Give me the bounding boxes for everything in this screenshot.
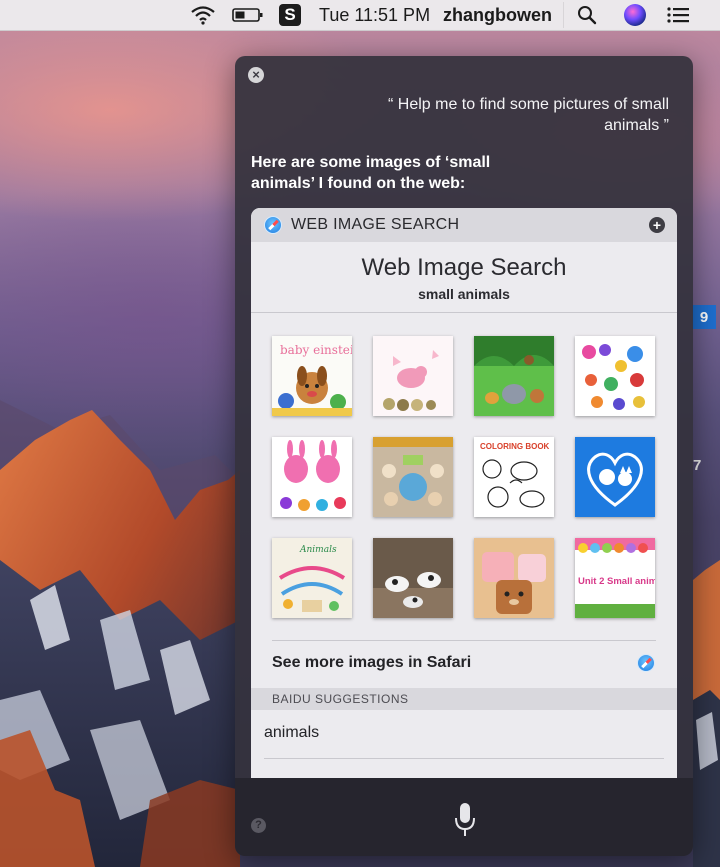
divider [251, 312, 677, 313]
divider [272, 640, 656, 641]
image-thumbnail-coloring-book[interactable]: COLORING BOOK [474, 437, 554, 517]
menu-bar: S Tue 11:51 PM zhangbowen [0, 0, 720, 31]
add-to-notification-center-button[interactable]: + [649, 217, 665, 233]
thumbnail-caption: Unit 2 Small animals [578, 576, 655, 587]
image-thumbnail-toy-animals[interactable] [575, 336, 655, 416]
card-title: Web Image Search [361, 254, 567, 281]
image-thumbnail-bear-pig-craft[interactable] [474, 538, 554, 618]
microphone-icon[interactable] [454, 802, 476, 843]
card-header-title: WEB IMAGE SEARCH [291, 216, 460, 233]
spotlight-search-icon[interactable] [577, 0, 597, 30]
thumbnail-caption: Animals [299, 545, 337, 555]
thumbnail-caption: COLORING BOOK [480, 442, 550, 451]
wifi-icon[interactable] [190, 0, 216, 30]
battery-icon[interactable] [232, 0, 264, 30]
suggestion-item[interactable]: animals [264, 724, 319, 742]
siri-reply: Here are some images of ‘small animals’ … [251, 154, 491, 192]
safari-compass-icon[interactable] [637, 654, 655, 672]
image-thumbnail-finger-puppets[interactable] [373, 437, 453, 517]
image-grid: baby einstein. [272, 336, 658, 621]
image-thumbnail-unit-2-slide[interactable]: Unit 2 Small animals [575, 538, 655, 618]
image-thumbnail-cow-figurines[interactable] [373, 538, 453, 618]
divider [264, 758, 664, 759]
menubar-divider [563, 2, 564, 28]
image-thumbnail-bunny-toys[interactable] [272, 437, 352, 517]
image-thumbnail-animals-poster[interactable]: Animals [272, 538, 352, 618]
user-query: “ Help me to find some pictures of small… [388, 96, 669, 134]
menubar-clock[interactable]: Tue 11:51 PM [319, 0, 430, 30]
siri-window: × “ Help me to find some pictures of sma… [235, 56, 693, 856]
siri-bottom-bar: ? [235, 778, 693, 856]
close-button[interactable]: × [248, 67, 264, 83]
baidu-suggestions-header: BAIDU SUGGESTIONS [251, 688, 677, 710]
desktop-edge-badge: 9 [692, 305, 716, 329]
safari-compass-icon [264, 216, 282, 234]
image-thumbnail-baby-einstein[interactable]: baby einstein. [272, 336, 352, 416]
image-thumbnail-dog-cat-logo[interactable] [575, 437, 655, 517]
notification-center-icon[interactable] [667, 0, 689, 30]
desktop-edge-number: 7 [693, 457, 702, 474]
menubar-user[interactable]: zhangbowen [443, 0, 552, 30]
siri-icon[interactable] [624, 0, 646, 30]
card-subtitle: small animals [418, 286, 510, 302]
web-image-search-card: WEB IMAGE SEARCH + Web Image Search smal… [251, 208, 677, 778]
help-button[interactable]: ? [251, 818, 266, 833]
thumbnail-caption: baby einstein. [280, 343, 352, 357]
see-more-in-safari-link[interactable]: See more images in Safari [272, 654, 471, 672]
sogou-input-icon[interactable]: S [279, 0, 301, 30]
image-thumbnail-jungle-animals[interactable] [474, 336, 554, 416]
card-header: WEB IMAGE SEARCH + [251, 208, 677, 242]
image-thumbnail-pink-birds[interactable] [373, 336, 453, 416]
